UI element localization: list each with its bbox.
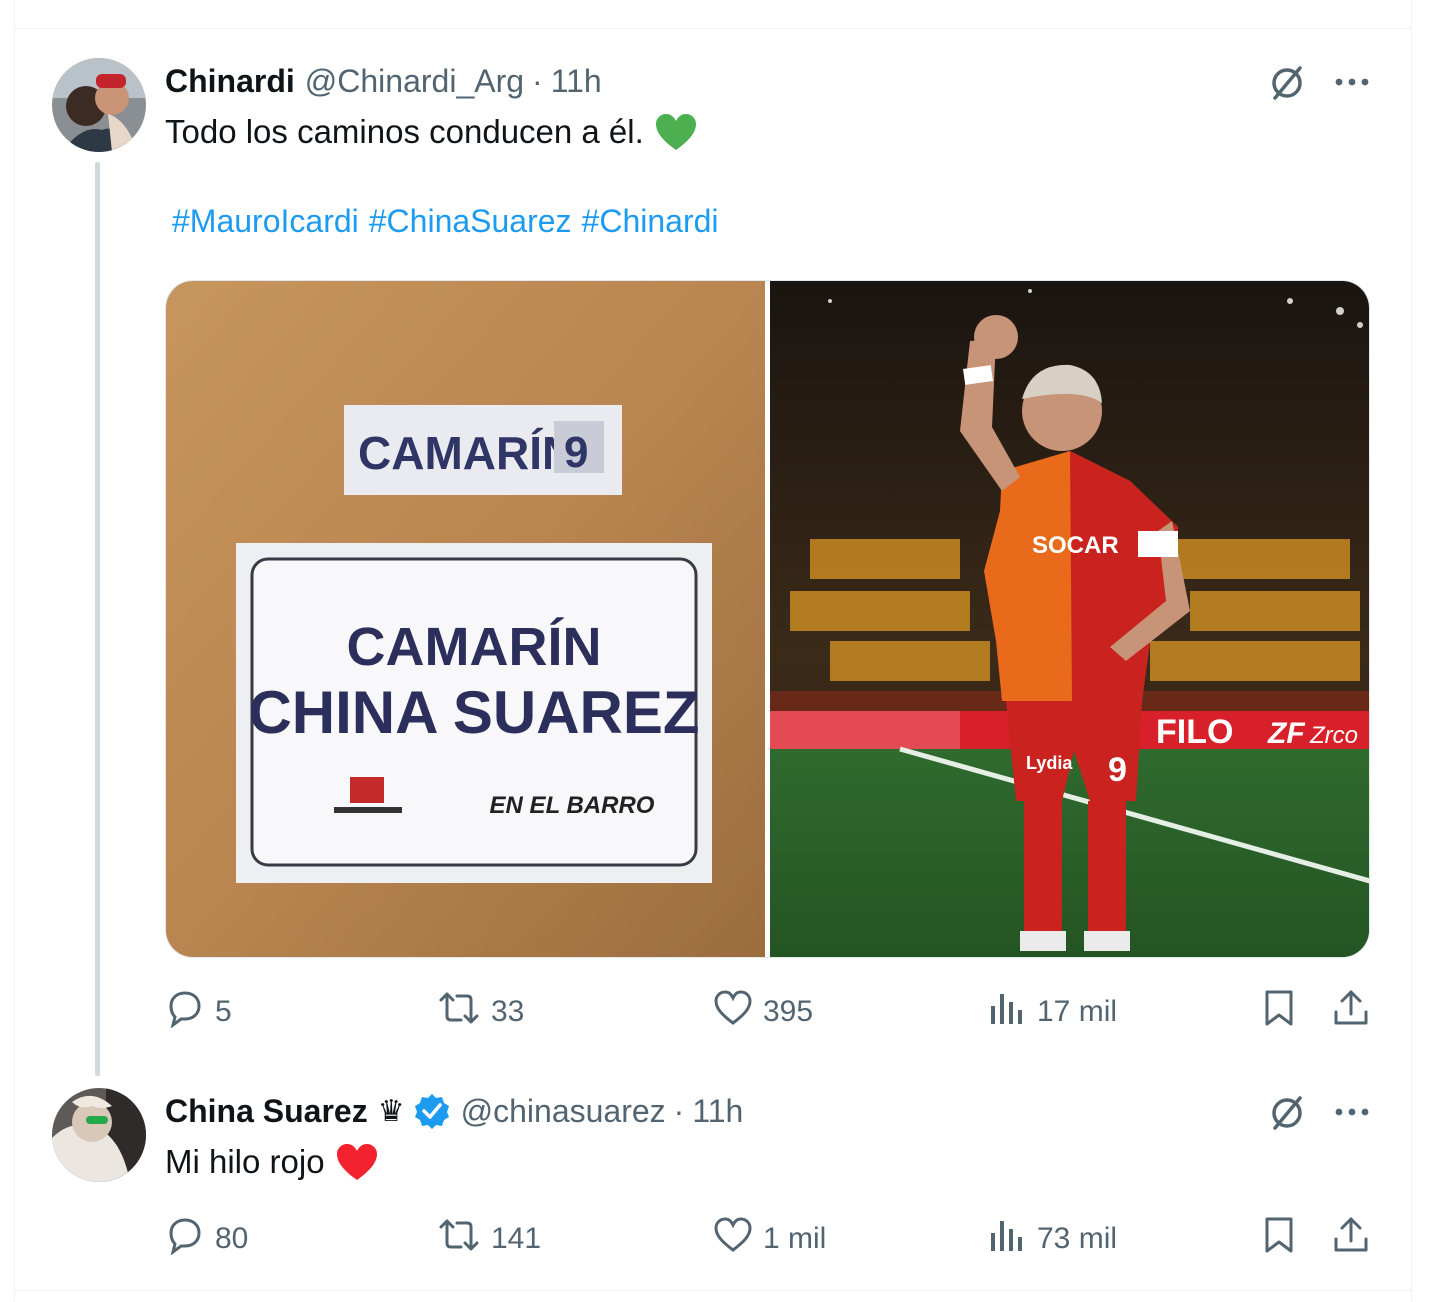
heart-outline-icon	[713, 1216, 753, 1262]
tweet-text-content: Mi hilo rojo	[165, 1143, 325, 1180]
bookmark-button[interactable]	[1259, 1215, 1299, 1263]
like-count: 1 mil	[763, 1222, 827, 1255]
share-button[interactable]	[1331, 1215, 1371, 1263]
share-icon	[1331, 988, 1371, 1036]
shorts-number: 9	[1108, 751, 1127, 789]
retweet-icon	[437, 1215, 481, 1263]
hashtags: #MauroIcardi #ChinaSuarez #Chinardi	[172, 203, 729, 240]
reply-icon	[165, 1215, 205, 1263]
analytics-icon	[987, 988, 1027, 1036]
retweet-count: 33	[491, 995, 525, 1028]
like-button[interactable]: 395	[713, 988, 813, 1036]
more-options-icon[interactable]	[1330, 1090, 1374, 1134]
separator: ·	[532, 62, 543, 99]
bookmark-button[interactable]	[1259, 988, 1299, 1036]
tweet-text: Todo los caminos conducen a él.	[165, 110, 698, 154]
tweet-header: China Suarez ♛ @chinasuarez · 11h	[165, 1089, 743, 1133]
author-name[interactable]: China Suarez	[165, 1093, 368, 1130]
more-options-icon[interactable]	[1330, 60, 1374, 104]
ad-board-text: FILO	[1156, 713, 1233, 751]
hashtag-link[interactable]: #ChinaSuarez	[369, 203, 572, 239]
views-button[interactable]: 17 mil	[987, 988, 1117, 1036]
crown-icon: ♛	[377, 1094, 405, 1128]
reply-button[interactable]: 5	[165, 988, 232, 1036]
retweet-icon	[437, 988, 481, 1036]
action-bar: 5 33 395 17 mil	[165, 988, 1370, 1036]
sign-small-label: CAMARÍN	[358, 427, 575, 479]
bookmark-icon	[1259, 1215, 1299, 1263]
reply-count: 80	[215, 1222, 249, 1255]
timestamp[interactable]: 11h	[551, 63, 602, 100]
reply-button[interactable]: 80	[165, 1215, 248, 1263]
media-image-dressing-room-sign[interactable]: CAMARÍN 9 CAMARÍN CHINA SUAREZ EN EL BAR…	[166, 281, 765, 957]
share-button[interactable]	[1331, 988, 1371, 1036]
avatar[interactable]	[52, 58, 146, 152]
sign-line-2: CHINA SUAREZ	[248, 679, 699, 746]
author-handle[interactable]: @Chinardi_Arg	[305, 63, 524, 100]
retweet-button[interactable]: 141	[437, 1215, 541, 1263]
views-count: 17 mil	[1037, 995, 1118, 1028]
like-button[interactable]: 1 mil	[713, 1215, 826, 1263]
reply-icon	[165, 988, 205, 1036]
retweet-button[interactable]: 33	[437, 988, 524, 1036]
views-button[interactable]: 73 mil	[987, 1215, 1117, 1263]
grok-icon[interactable]	[1266, 60, 1310, 104]
ad-board-text: Zrco	[1309, 722, 1358, 749]
heart-outline-icon	[713, 989, 753, 1035]
author-handle[interactable]: @chinasuarez	[461, 1093, 666, 1130]
bookmark-icon	[1259, 988, 1299, 1036]
jersey-sponsor: SOCAR	[1032, 532, 1119, 559]
divider	[14, 1290, 1412, 1291]
sign-number: 9	[564, 428, 588, 477]
tweet-header: Chinardi @Chinardi_Arg · 11h	[165, 59, 602, 103]
verified-badge-icon	[413, 1092, 451, 1130]
tweet-text-content: Todo los caminos conducen a él.	[165, 113, 644, 150]
green-heart-icon	[654, 112, 698, 152]
divider	[14, 28, 1412, 29]
hashtag-link[interactable]: #MauroIcardi	[172, 203, 359, 239]
retweet-count: 141	[491, 1222, 542, 1255]
avatar[interactable]	[52, 1088, 146, 1182]
timestamp[interactable]: 11h	[692, 1093, 743, 1130]
like-count: 395	[763, 995, 814, 1028]
analytics-icon	[987, 1215, 1027, 1263]
share-icon	[1331, 1215, 1371, 1263]
sign-logo: EN EL BARRO	[490, 792, 655, 819]
shorts-sponsor: Lydia	[1026, 753, 1073, 773]
action-bar: 80 141 1 mil 73 mil	[165, 1215, 1370, 1263]
hashtag-link[interactable]: #Chinardi	[582, 203, 719, 239]
reply-count: 5	[215, 995, 232, 1028]
separator: ·	[673, 1092, 685, 1129]
author-name[interactable]: Chinardi	[165, 63, 295, 100]
thread-line	[95, 162, 100, 1076]
views-count: 73 mil	[1037, 1222, 1118, 1255]
red-heart-icon	[335, 1142, 379, 1182]
grok-icon[interactable]	[1266, 1090, 1310, 1134]
ad-board-text: ZF	[1267, 717, 1305, 750]
media-image-footballer[interactable]: FILO ZF Zrco SOCAR Lydia 9	[769, 281, 1369, 957]
sign-line-1: CAMARÍN	[347, 617, 602, 677]
media-grid[interactable]: CAMARÍN 9 CAMARÍN CHINA SUAREZ EN EL BAR…	[165, 280, 1370, 958]
tweet-text: Mi hilo rojo	[165, 1140, 379, 1184]
